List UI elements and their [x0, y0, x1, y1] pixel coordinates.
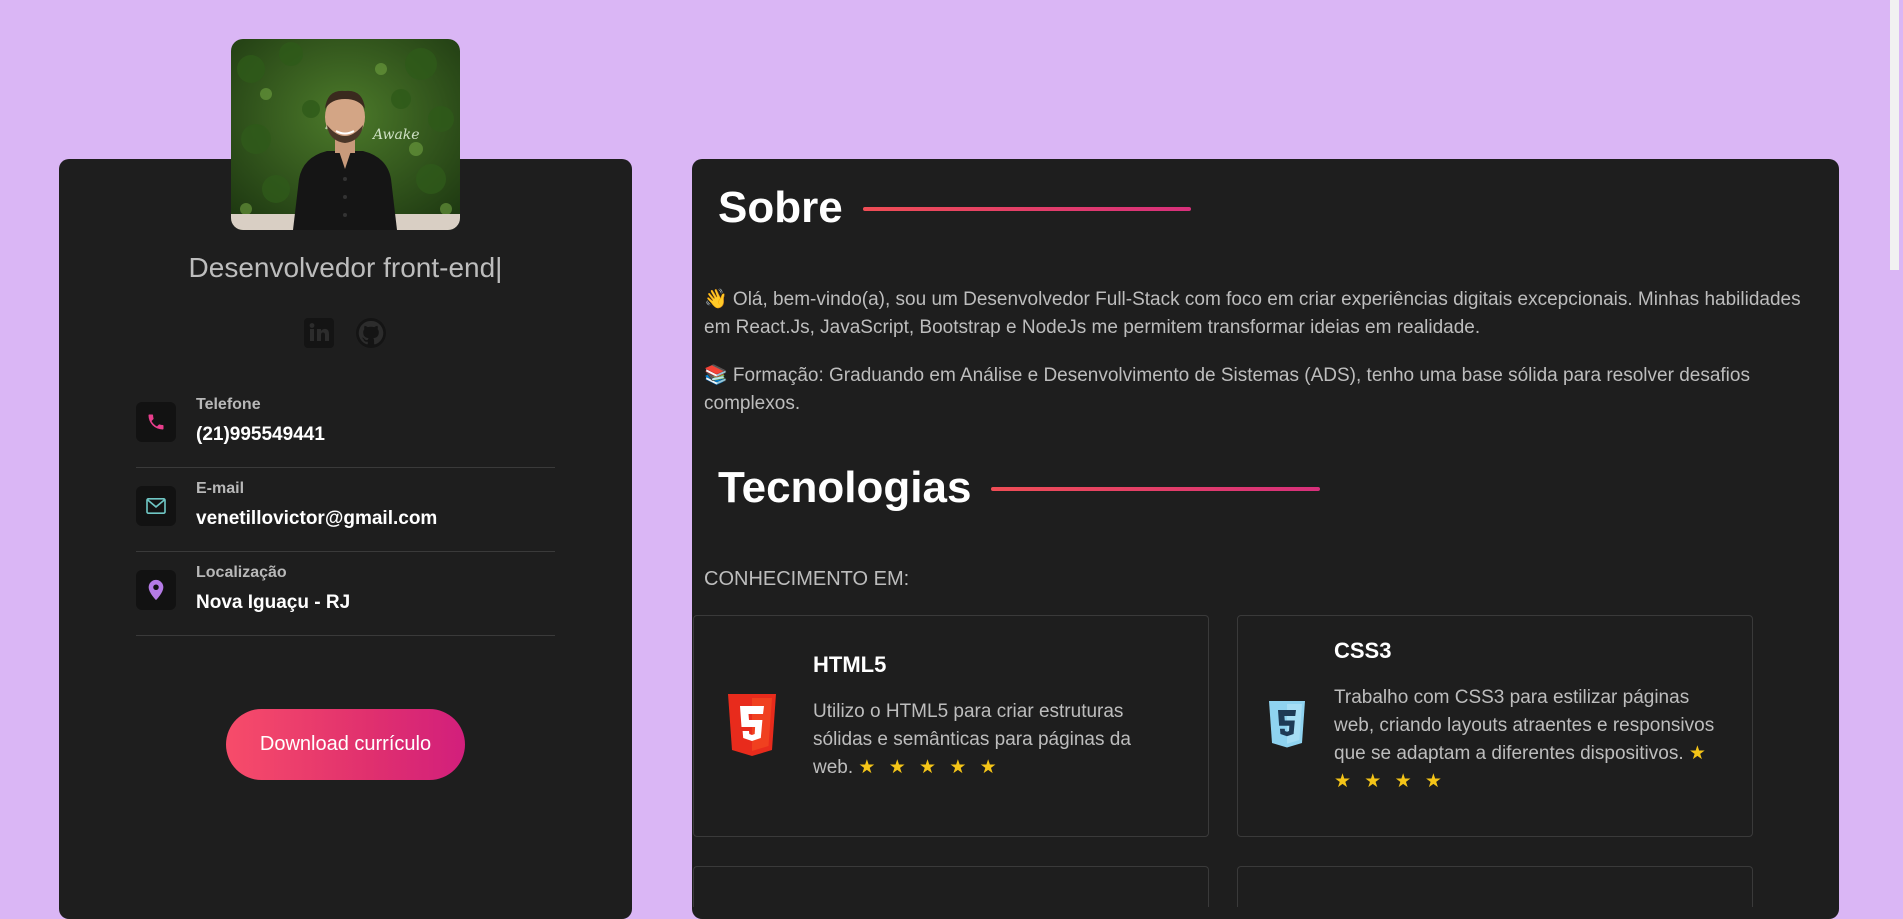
tech-desc-css3-text: Trabalho com CSS3 para estilizar páginas… — [1334, 687, 1715, 764]
avatar: Awake — [231, 39, 460, 230]
email-label: E-mail — [196, 480, 245, 497]
location-pin-icon — [136, 570, 176, 610]
phone-label: Telefone — [196, 396, 261, 413]
phone-icon — [136, 402, 176, 442]
phone-value[interactable]: (21)995549441 — [196, 424, 325, 446]
tech-desc-css3: Trabalho com CSS3 para estilizar páginas… — [1334, 684, 1724, 796]
svg-text:Awake: Awake — [371, 127, 420, 143]
tech-name-html5: HTML5 — [813, 652, 887, 677]
location-value: Nova Iguaçu - RJ — [196, 592, 351, 613]
scrollbar-thumb[interactable] — [1890, 0, 1899, 270]
tech-title: Tecnologias — [718, 463, 972, 512]
knowledge-subtitle: CONHECIMENTO EM: — [704, 568, 910, 590]
tech-card-css3: CSS3 Trabalho com CSS3 para estilizar pá… — [1237, 615, 1753, 837]
about-title-underline — [863, 207, 1191, 211]
social-links — [302, 316, 388, 350]
email-value[interactable]: venetillovictor@gmail.com — [196, 508, 437, 530]
location-label: Localização — [196, 564, 287, 581]
contact-location: Localização Nova Iguaçu - RJ — [136, 552, 555, 636]
role-typing-text: Desenvolvedor front-end| — [188, 252, 503, 283]
tech-card-next-1 — [693, 866, 1209, 907]
github-icon[interactable] — [354, 316, 388, 350]
download-cv-button[interactable]: Download currículo — [226, 709, 465, 780]
tech-card-html5: HTML5 Utilizo o HTML5 para criar estrutu… — [693, 615, 1209, 837]
tech-name-css3: CSS3 — [1334, 638, 1392, 663]
linkedin-icon[interactable] — [302, 316, 336, 350]
tech-desc-html5: Utilizo o HTML5 para criar estruturas só… — [813, 698, 1153, 782]
about-title: Sobre — [718, 183, 843, 232]
about-paragraph-1: 👋 Olá, bem-vindo(a), sou um Desenvolvedo… — [704, 289, 1801, 338]
tech-card-next-2 — [1237, 866, 1753, 907]
tech-title-underline — [991, 487, 1320, 491]
about-paragraph-2: 📚 Formação: Graduando em Análise e Desen… — [704, 365, 1750, 414]
contact-list: Telefone (21)995549441 E-mail venetillov… — [136, 384, 555, 636]
contact-phone: Telefone (21)995549441 — [136, 384, 555, 468]
rating-stars: ★ ★ ★ ★ ★ — [858, 757, 1001, 778]
page-scrollbar[interactable] — [1886, 0, 1903, 890]
html5-icon — [724, 694, 780, 763]
mail-icon — [136, 486, 176, 526]
contact-email: E-mail venetillovictor@gmail.com — [136, 468, 555, 552]
css3-icon — [1266, 701, 1308, 754]
